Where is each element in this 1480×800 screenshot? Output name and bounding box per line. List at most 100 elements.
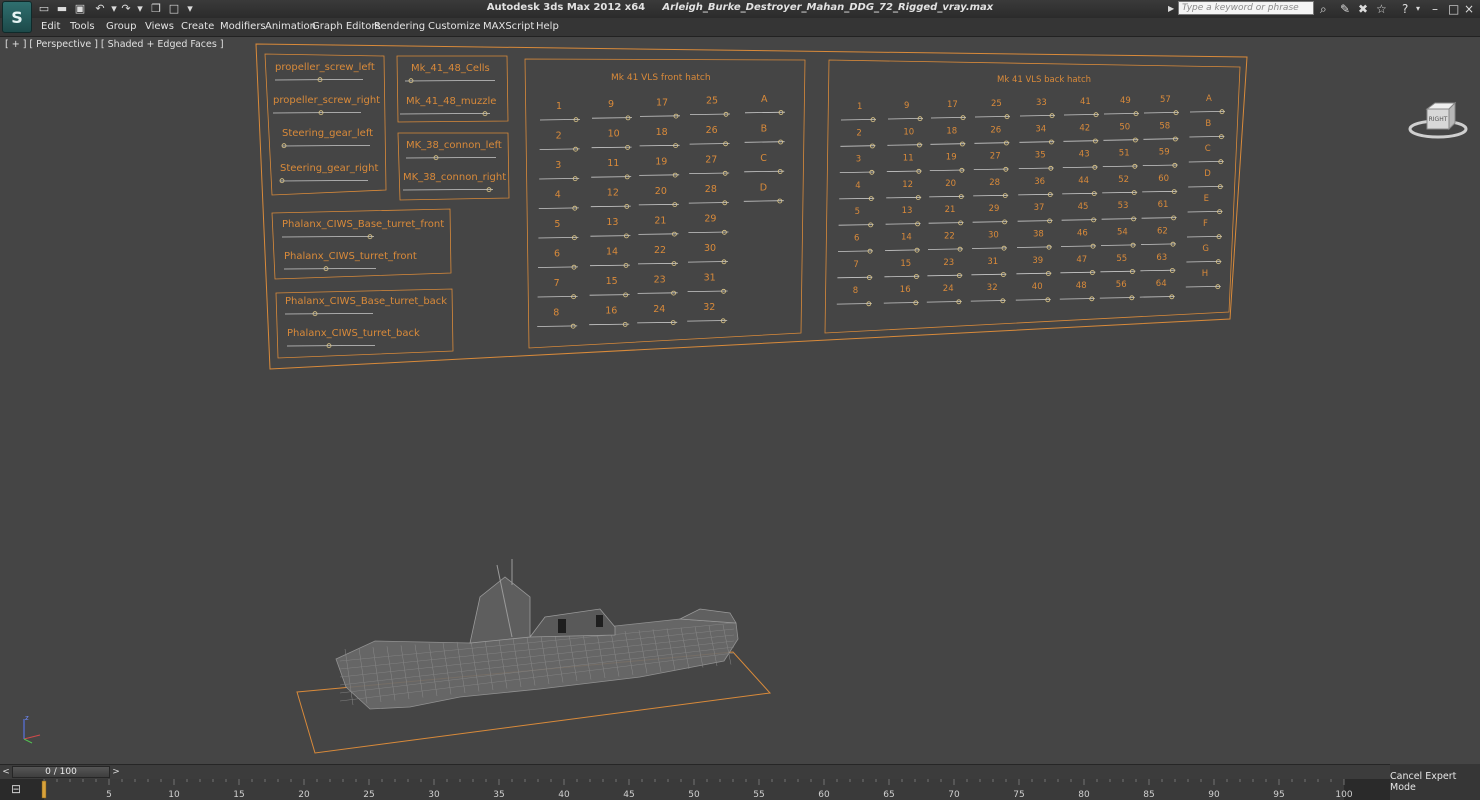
vls-back-slider-31[interactable] — [971, 272, 1007, 277]
vls-back-slider-55[interactable] — [1100, 269, 1136, 274]
menu-graph-editors[interactable]: Graph Editors — [312, 21, 381, 32]
binoculars-icon[interactable]: ⌕ — [1320, 2, 1327, 16]
vls-back-slider-22[interactable] — [927, 246, 964, 252]
vls-back-slider-35[interactable] — [1018, 165, 1054, 171]
slider-mk_41_48_cells[interactable] — [404, 78, 496, 84]
vls-back-slider-2[interactable] — [840, 143, 876, 149]
vls-back-slider-25[interactable] — [974, 114, 1011, 120]
vls-back-slider-28[interactable] — [973, 193, 1009, 199]
vls-front-slider-16[interactable] — [589, 321, 630, 327]
vls-front-slider-32[interactable] — [687, 318, 728, 324]
redo-dropdown-icon[interactable]: ▾ — [134, 3, 146, 14]
subscription-icon[interactable]: ✎ — [1340, 2, 1350, 16]
vls-back-slider-a[interactable] — [1189, 109, 1226, 115]
vls-front-slider-6[interactable] — [537, 264, 579, 270]
vls-back-slider-58[interactable] — [1143, 136, 1179, 142]
select-window-icon[interactable]: □ — [168, 3, 180, 14]
vls-front-slider-31[interactable] — [687, 288, 728, 294]
vls-back-slider-32[interactable] — [970, 298, 1006, 304]
vls-front-slider-7[interactable] — [537, 294, 578, 300]
search-input[interactable]: Type a keyword or phrase — [1178, 1, 1314, 15]
vls-back-slider-33[interactable] — [1019, 113, 1056, 119]
vls-back-slider-7[interactable] — [837, 275, 873, 280]
vls-back-slider-h[interactable] — [1185, 284, 1221, 290]
vls-back-slider-46[interactable] — [1060, 243, 1097, 249]
vls-back-slider-45[interactable] — [1061, 217, 1097, 223]
time-next-arrow[interactable]: > — [110, 766, 122, 778]
slider-propeller_screw_left[interactable] — [274, 77, 364, 83]
vls-back-slider-21[interactable] — [928, 220, 964, 226]
vls-back-slider-23[interactable] — [927, 273, 963, 278]
help-dropdown-icon[interactable]: ▾ — [1416, 2, 1420, 16]
undo-icon[interactable]: ↶ — [94, 3, 106, 14]
vls-back-slider-14[interactable] — [884, 247, 921, 253]
vls-front-slider-11[interactable] — [591, 174, 632, 180]
vls-front-slider-c[interactable] — [744, 169, 785, 174]
slider-propeller_screw_right[interactable] — [272, 110, 362, 116]
vls-front-slider-8[interactable] — [537, 323, 578, 329]
project-folder-icon[interactable]: ❐ — [150, 3, 162, 14]
vls-front-slider-26[interactable] — [689, 141, 730, 147]
menu-modifiers[interactable]: Modifiers — [220, 21, 266, 32]
vls-front-slider-22[interactable] — [637, 261, 679, 267]
vls-front-slider-28[interactable] — [688, 200, 729, 206]
vls-back-slider-g[interactable] — [1186, 259, 1222, 265]
time-slider-thumb[interactable]: 0 / 100 — [12, 766, 110, 778]
vls-back-slider-1[interactable] — [840, 117, 877, 123]
communication-center-icon[interactable]: ✖ — [1358, 2, 1368, 16]
vls-front-slider-13[interactable] — [590, 233, 631, 239]
vls-front-slider-5[interactable] — [538, 235, 579, 241]
cancel-expert-mode-button[interactable]: Cancel Expert Mode — [1390, 764, 1480, 800]
vls-back-slider-43[interactable] — [1062, 164, 1098, 170]
vls-front-slider-12[interactable] — [590, 203, 631, 209]
vls-back-slider-19[interactable] — [929, 167, 965, 173]
menu-maxscript[interactable]: MAXScript — [483, 21, 534, 32]
destroyer-wireframe-model[interactable] — [335, 559, 739, 710]
vls-back-slider-61[interactable] — [1141, 215, 1177, 221]
vls-front-slider-10[interactable] — [591, 145, 632, 150]
vls-back-slider-40[interactable] — [1015, 297, 1051, 303]
vls-back-slider-41[interactable] — [1063, 112, 1100, 118]
menu-customize[interactable]: Customize — [428, 21, 481, 32]
trackbar[interactable]: 5 10 15 20 25 30 35 40 45 50 55 60 65 70 75 80 85 90 95 100… — [0, 779, 1390, 800]
vls-front-slider-15[interactable] — [589, 292, 630, 298]
vls-back-slider-26[interactable] — [974, 140, 1010, 146]
vls-back-slider-f[interactable] — [1186, 234, 1223, 240]
slider-phalanx_ciws_turret_front[interactable] — [283, 266, 377, 272]
vls-back-slider-63[interactable] — [1140, 268, 1176, 273]
slider-phalanx_ciws_turret_back[interactable] — [286, 343, 376, 349]
vls-front-slider-1[interactable] — [539, 117, 581, 123]
vls-back-slider-59[interactable] — [1142, 162, 1178, 168]
vls-back-slider-13[interactable] — [885, 221, 921, 227]
menu-tools[interactable]: Tools — [70, 21, 95, 32]
vls-front-slider-9[interactable] — [591, 115, 633, 121]
vls-back-slider-37[interactable] — [1017, 218, 1053, 224]
vls-back-slider-62[interactable] — [1140, 241, 1177, 247]
vls-front-slider-24[interactable] — [637, 320, 678, 326]
menu-help[interactable]: Help — [536, 21, 559, 32]
undo-dropdown-icon[interactable]: ▾ — [108, 3, 120, 14]
slider-phalanx_ciws_base_turret_front[interactable] — [281, 234, 375, 240]
open-file-icon[interactable]: ▬ — [56, 3, 68, 14]
vls-back-slider-15[interactable] — [884, 274, 920, 279]
vls-back-slider-53[interactable] — [1101, 216, 1137, 222]
menu-edit[interactable]: Edit — [41, 21, 60, 32]
vls-back-slider-d[interactable] — [1188, 184, 1224, 190]
vls-back-slider-60[interactable] — [1142, 189, 1178, 195]
vls-back-slider-9[interactable] — [887, 116, 924, 122]
vls-back-slider-24[interactable] — [926, 299, 962, 305]
vls-back-slider-42[interactable] — [1063, 138, 1099, 144]
new-file-icon[interactable]: ▭ — [38, 3, 50, 14]
slider-steering_gear_right[interactable] — [279, 178, 369, 184]
save-icon[interactable]: ▣ — [74, 3, 86, 14]
time-slider[interactable]: < 0 / 100 > — [0, 764, 1480, 780]
app-menu-button[interactable]: S — [2, 1, 32, 33]
vls-back-slider-57[interactable] — [1143, 110, 1180, 116]
vls-back-slider-3[interactable] — [839, 169, 875, 175]
vls-back-slider-47[interactable] — [1060, 270, 1096, 275]
menu-group[interactable]: Group — [106, 21, 136, 32]
vls-front-slider-17[interactable] — [639, 113, 681, 119]
vls-back-slider-29[interactable] — [972, 219, 1008, 225]
vls-back-slider-4[interactable] — [839, 196, 875, 202]
vls-back-slider-64[interactable] — [1139, 294, 1175, 300]
